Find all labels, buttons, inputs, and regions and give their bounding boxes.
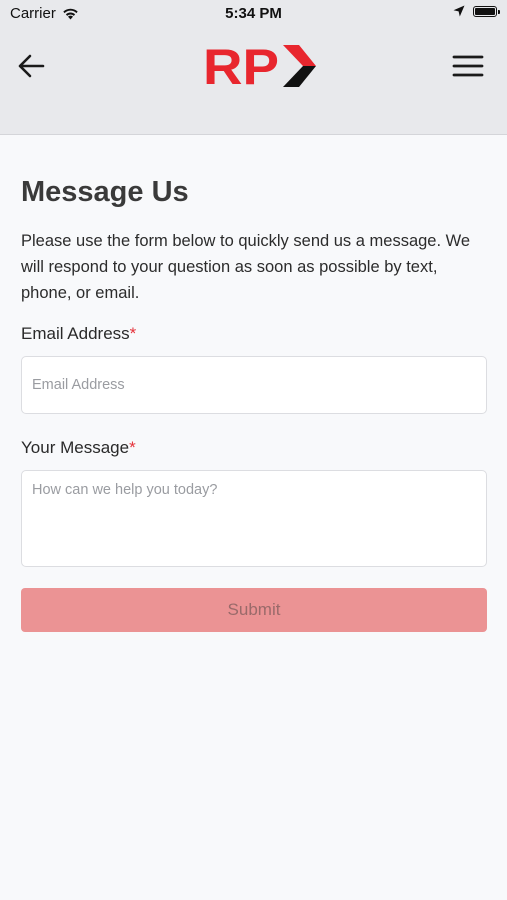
status-time: 5:34 PM: [225, 5, 282, 22]
logo-chevron-black: [283, 66, 316, 87]
app-header: Carrier 5:34 PM RP: [0, 0, 507, 135]
location-arrow-icon: [453, 5, 465, 17]
rp-logo: RP: [203, 43, 316, 89]
arrow-left-icon: [18, 54, 45, 78]
email-label-text: Email Address: [21, 324, 130, 343]
message-field[interactable]: [21, 470, 487, 567]
logo-text: RP: [203, 43, 279, 89]
battery-icon: [473, 5, 500, 17]
email-required-marker: *: [129, 324, 137, 343]
menu-button[interactable]: [450, 50, 486, 82]
submit-button[interactable]: Submit: [21, 588, 487, 632]
back-button[interactable]: [14, 50, 48, 82]
email-label: Email Address*: [21, 324, 487, 344]
status-bar: Carrier 5:34 PM: [0, 0, 507, 28]
message-required-marker: *: [129, 438, 136, 457]
battery-level: [475, 7, 495, 15]
message-label-text: Your Message: [21, 438, 130, 457]
email-field[interactable]: [21, 356, 487, 414]
intro-text: Please use the form below to quickly sen…: [21, 232, 471, 302]
page-title: Message Us: [21, 176, 189, 208]
message-form-section: Message Us Please use the form below to …: [21, 170, 487, 632]
logo-chevron-red: [283, 45, 316, 66]
message-label: Your Message*: [21, 438, 487, 458]
hamburger-menu-icon: [452, 55, 484, 77]
status-icons: [453, 5, 500, 17]
